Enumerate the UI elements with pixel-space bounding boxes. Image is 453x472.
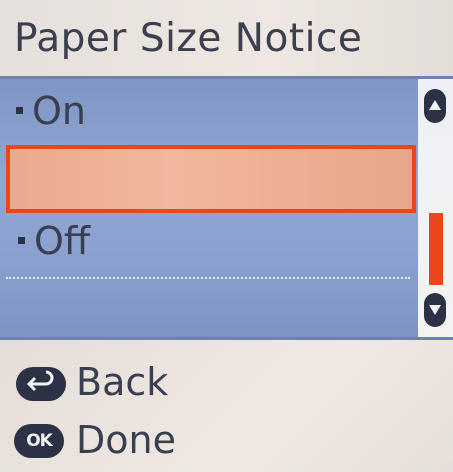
back-arrow-glyph [26,370,54,392]
title-bar: Paper Size Notice [0,0,453,76]
back-arrow-icon[interactable] [16,367,66,401]
ok-icon[interactable]: OK [14,424,64,458]
triangle-up-icon [429,100,441,110]
button-guide: Back OK Done [0,340,453,472]
scrollbar[interactable] [418,79,453,337]
scroll-thumb[interactable] [429,213,443,285]
divider [6,277,410,279]
triangle-down-icon [429,305,441,315]
scroll-up-button[interactable] [424,89,446,123]
list-item-empty [0,209,416,275]
lcd-screen: Paper Size Notice On Off Back OK Done [0,0,453,472]
back-button[interactable]: Back [76,360,168,404]
list-item-off[interactable]: Off [0,143,416,263]
options-list: On Off [0,76,453,340]
bullet-icon [16,107,23,114]
option-label-on: On [32,89,86,133]
page-title: Paper Size Notice [14,16,363,61]
list-item-on[interactable]: On [0,79,416,145]
done-button[interactable]: Done [76,418,176,462]
scroll-down-button[interactable] [424,293,446,327]
